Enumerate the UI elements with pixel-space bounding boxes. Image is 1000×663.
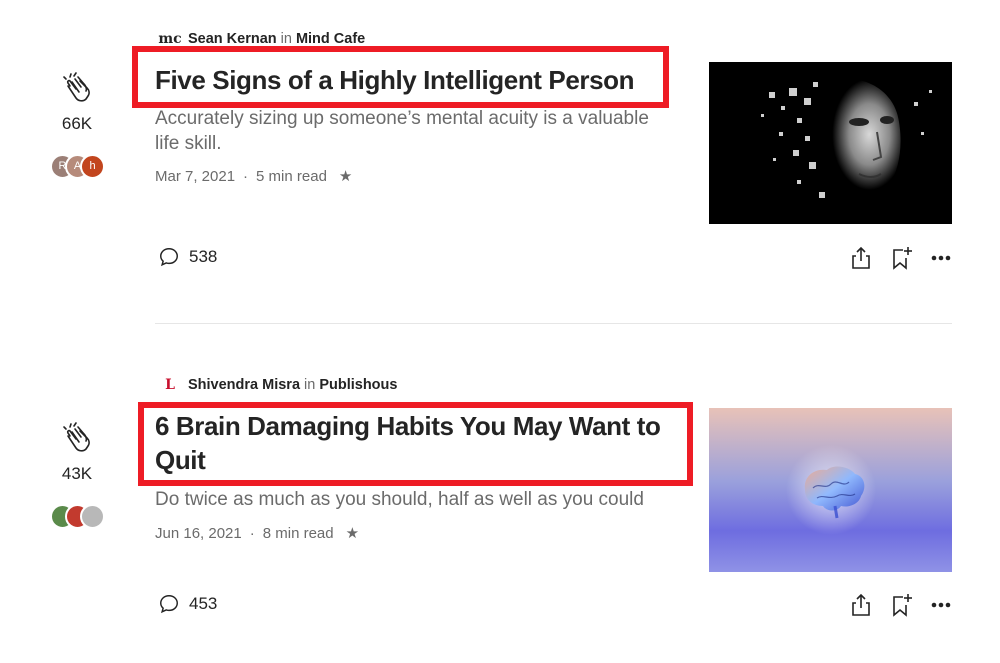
article-thumbnail[interactable] [709, 408, 952, 572]
read-time: 5 min read [256, 167, 327, 185]
in-label: in [280, 31, 292, 47]
star-icon: ★ [345, 525, 360, 542]
share-icon [852, 246, 870, 269]
publish-date: Mar 7, 2021 [155, 167, 236, 185]
speech-bubble-icon [160, 595, 178, 614]
article-title[interactable]: Five Signs of a Highly Intelligent Perso… [155, 63, 665, 97]
publication-logo[interactable]: L [158, 376, 182, 394]
clapper-avatars: R A h [50, 154, 110, 180]
article-actions [850, 593, 952, 617]
clap-column: 66K R A h [44, 72, 110, 180]
star-icon: ★ [338, 168, 353, 185]
more-button[interactable] [930, 593, 952, 617]
publication-link[interactable]: Publishous [319, 377, 397, 393]
author-line: L Shivendra Misra in Publishous [158, 376, 397, 394]
read-time: 8 min read [262, 524, 334, 542]
responses-button[interactable]: 538 [158, 246, 217, 268]
responses-count: 453 [189, 594, 218, 613]
clap-count: 66K [61, 114, 93, 133]
author-link[interactable]: Sean Kernan [188, 31, 277, 47]
bookmark-add-icon [893, 594, 912, 617]
more-dots-icon [931, 255, 951, 261]
avatar: h [80, 154, 105, 179]
bookmark-button[interactable] [890, 593, 912, 617]
article-actions [850, 246, 952, 270]
clap-count: 43K [61, 464, 93, 483]
bookmark-button[interactable] [890, 246, 912, 270]
speech-bubble-icon [160, 248, 178, 267]
article-card: 66K R A h mc Sean Kernan in Mind Cafe Fi… [0, 0, 1000, 330]
article-meta: Jun 16, 2021 · 8 min read ★ [155, 524, 360, 543]
clapper-avatars [50, 504, 110, 530]
meta-separator: · [249, 524, 255, 542]
divider [155, 323, 952, 324]
share-button[interactable] [850, 246, 872, 270]
author-link[interactable]: Shivendra Misra [188, 377, 300, 393]
article-title[interactable]: 6 Brain Damaging Habits You May Want to … [155, 409, 685, 477]
meta-separator: · [243, 167, 249, 185]
publish-date: Jun 16, 2021 [155, 524, 242, 542]
clap-icon[interactable] [60, 422, 94, 456]
more-dots-icon [931, 602, 951, 608]
pixelated-face-image [709, 62, 952, 224]
avatar [80, 504, 105, 529]
article-card: 43K L Shivendra Misra in Publishous 6 Br… [0, 348, 1000, 663]
article-footer: 538 [158, 246, 958, 276]
article-thumbnail[interactable] [709, 62, 952, 224]
share-button[interactable] [850, 593, 872, 617]
clap-icon[interactable] [60, 72, 94, 106]
article-meta: Mar 7, 2021 · 5 min read ★ [155, 167, 353, 186]
in-label: in [304, 377, 316, 393]
glowing-brain-image [786, 445, 876, 535]
bookmark-add-icon [893, 247, 912, 270]
article-footer: 453 [158, 593, 958, 623]
more-button[interactable] [930, 246, 952, 270]
article-subtitle[interactable]: Do twice as much as you should, half as … [155, 487, 675, 512]
share-icon [852, 593, 870, 616]
responses-button[interactable]: 453 [158, 593, 217, 615]
clap-column: 43K [44, 422, 110, 530]
publication-link[interactable]: Mind Cafe [296, 31, 365, 47]
responses-count: 538 [189, 247, 218, 266]
article-subtitle[interactable]: Accurately sizing up someone’s mental ac… [155, 106, 675, 156]
